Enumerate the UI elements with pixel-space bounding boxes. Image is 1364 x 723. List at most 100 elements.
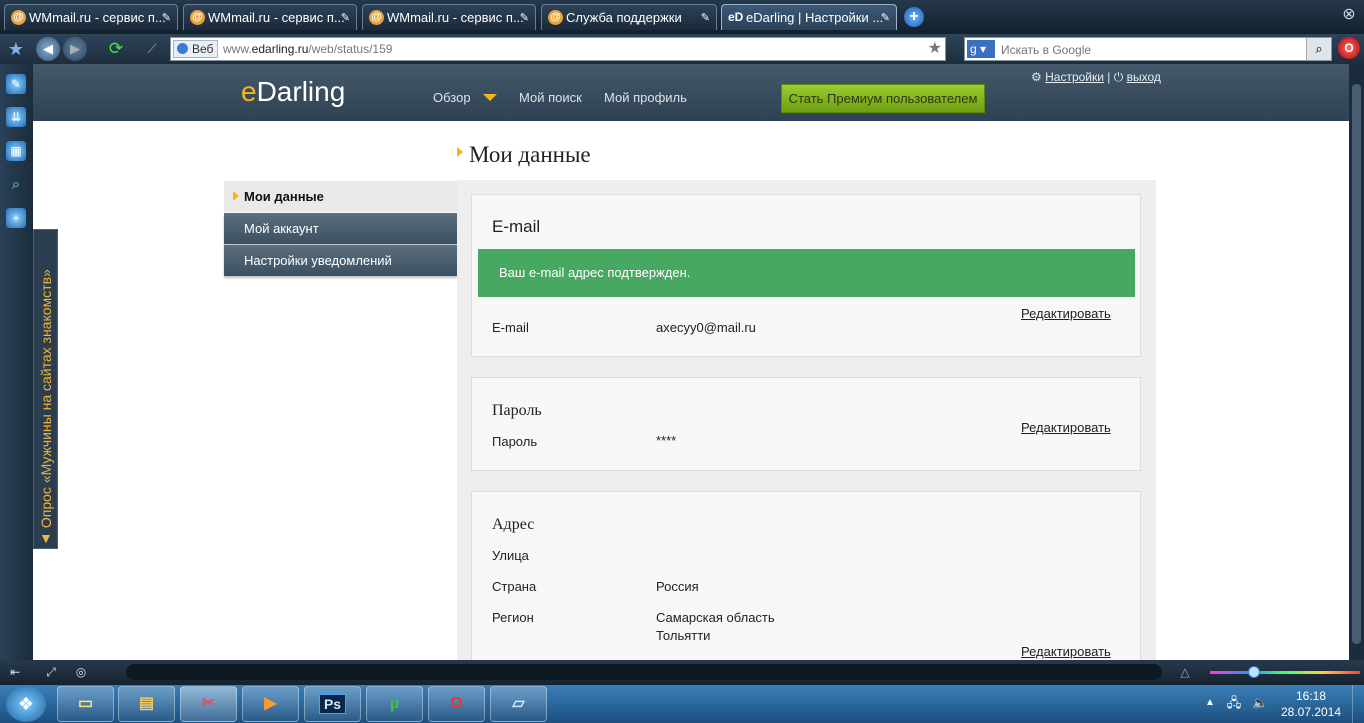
- tray-expand-icon[interactable]: ▲: [1205, 697, 1215, 708]
- turbo-icon[interactable]: ◎: [72, 664, 90, 680]
- show-desktop-button[interactable]: [1352, 685, 1364, 723]
- gear-icon: ⚙: [1031, 70, 1042, 84]
- chevron-down-icon[interactable]: [483, 94, 497, 101]
- search-input[interactable]: [999, 39, 1303, 61]
- new-tab-button[interactable]: +: [904, 7, 924, 27]
- password-value: ****: [656, 433, 677, 448]
- edit-email-link[interactable]: Редактировать: [1021, 306, 1111, 321]
- pencil-icon[interactable]: ✎: [520, 5, 529, 30]
- at-icon: @: [190, 10, 205, 25]
- panel-toggle-icon[interactable]: ⇤: [6, 664, 24, 680]
- tab-edarling[interactable]: eD eDarling | Настройки ... ✎: [721, 4, 897, 30]
- nav-my-search[interactable]: Мой поиск: [519, 90, 582, 105]
- region-value: Самарская область: [656, 610, 775, 625]
- top-links: ⚙ Настройки | ⏻ выход: [1031, 70, 1161, 85]
- bookmark-star-icon[interactable]: ★: [4, 37, 28, 61]
- city-value: Тольятти: [656, 628, 711, 643]
- tab-wmmail-3[interactable]: @ WMmail.ru - сервис п... ✎: [362, 4, 536, 30]
- search-icon[interactable]: ⌕: [6, 175, 26, 195]
- clock-time: 16:18: [1295, 689, 1327, 703]
- password-label: Пароль: [492, 434, 538, 449]
- tab-bar: @ WMmail.ru - сервис п... ✎ @ WMmail.ru …: [0, 0, 1364, 34]
- tab-label: eDarling | Настройки ...: [746, 10, 884, 25]
- horizontal-scrollbar[interactable]: [126, 664, 1162, 680]
- wand-icon[interactable]: ⟋: [140, 37, 164, 61]
- url-text[interactable]: www.edarling.ru/web/status/159: [223, 38, 392, 60]
- pencil-icon[interactable]: ✎: [701, 5, 710, 30]
- view-icon[interactable]: △: [1176, 664, 1194, 680]
- nav-my-data[interactable]: Мои данные: [224, 181, 457, 212]
- tab-wmmail-1[interactable]: @ WMmail.ru - сервис п... ✎: [4, 4, 178, 30]
- taskbar-utorrent[interactable]: µ: [366, 686, 423, 722]
- bookmark-star-icon[interactable]: ★: [928, 38, 942, 60]
- nav-my-account[interactable]: Мой аккаунт: [224, 213, 457, 244]
- street-label: Улица: [492, 548, 529, 563]
- network-icon[interactable]: 🖧: [1226, 695, 1242, 711]
- taskbar: ❖ ▭ ▤ ✂ ▶ Ps µ O ▱ ▲ 🖧 🔈 16:18 28.07.201…: [0, 685, 1364, 723]
- taskbar-media[interactable]: ▶: [242, 686, 299, 722]
- nav-my-profile[interactable]: Мой профиль: [604, 90, 687, 105]
- opera-menu-icon[interactable]: O: [1338, 37, 1360, 59]
- system-clock[interactable]: 16:18 28.07.2014: [1278, 688, 1344, 720]
- forward-button[interactable]: ▶: [63, 37, 87, 61]
- back-button[interactable]: ◀: [36, 37, 60, 61]
- settings-link[interactable]: Настройки: [1045, 70, 1104, 84]
- search-box[interactable]: g ▾ ⌕: [964, 37, 1332, 61]
- clock-date: 28.07.2014: [1280, 705, 1342, 719]
- reload-icon[interactable]: ⟳: [104, 37, 128, 61]
- vertical-scrollbar[interactable]: [1349, 64, 1364, 660]
- address-bar[interactable]: Веб www.edarling.ru/web/status/159 ★: [170, 37, 946, 61]
- at-icon: @: [548, 10, 563, 25]
- tab-label: WMmail.ru - сервис п...: [208, 10, 345, 25]
- downloads-icon[interactable]: ⇊: [6, 107, 26, 127]
- at-icon: @: [369, 10, 384, 25]
- power-icon: ⏻: [1113, 70, 1124, 84]
- pencil-icon[interactable]: ✎: [162, 5, 171, 30]
- taskbar-opera[interactable]: O: [428, 686, 485, 722]
- email-value: axecyy0@mail.ru: [656, 320, 756, 335]
- title-marker-icon: [457, 147, 463, 157]
- email-label: E-mail: [492, 320, 529, 335]
- taskbar-files[interactable]: ▤: [118, 686, 175, 722]
- page-viewport: eDarling Обзор Мой поиск Мой профиль Ста…: [33, 64, 1349, 660]
- volume-icon[interactable]: 🔈: [1252, 695, 1268, 711]
- google-icon[interactable]: g ▾: [967, 40, 995, 58]
- nav-notification-settings[interactable]: Настройки уведомлений: [224, 245, 457, 276]
- add-panel-icon[interactable]: +: [6, 208, 26, 228]
- navigation-bar: ★ ◀ ▶ ⟳ ⟋ Веб www.edarling.ru/web/status…: [0, 34, 1364, 64]
- window-close-icon[interactable]: ⊗: [1338, 4, 1360, 26]
- address-card: Адрес Улица Страна Россия Регион Самарск…: [471, 491, 1141, 660]
- start-button[interactable]: ❖: [6, 686, 46, 722]
- tab-wmmail-2[interactable]: @ WMmail.ru - сервис п... ✎: [183, 4, 357, 30]
- zoom-slider[interactable]: [1210, 666, 1360, 678]
- nav-overview[interactable]: Обзор: [433, 90, 471, 105]
- notes-icon[interactable]: ✎: [6, 74, 26, 94]
- tab-support[interactable]: @ Служба поддержки ✎: [541, 4, 717, 30]
- tab-label: WMmail.ru - сервис п...: [29, 10, 166, 25]
- tab-label: WMmail.ru - сервис п...: [387, 10, 524, 25]
- taskbar-photoshop[interactable]: Ps: [304, 686, 361, 722]
- panels-icon[interactable]: ▦: [6, 141, 26, 161]
- status-bar: ⇤ ⤢ ◎ △: [0, 660, 1364, 685]
- fit-page-icon[interactable]: ⤢: [42, 664, 60, 680]
- edarling-logo[interactable]: eDarling: [241, 76, 345, 108]
- region-label: Регион: [492, 610, 534, 625]
- settings-nav: Мои данные Мой аккаунт Настройки уведомл…: [224, 181, 457, 277]
- email-confirmed-banner: Ваш e-mail адрес подтвержден.: [478, 249, 1135, 297]
- scrollbar-thumb[interactable]: [1352, 84, 1361, 644]
- tab-label: Служба поддержки: [566, 10, 682, 25]
- search-icon[interactable]: ⌕: [1306, 38, 1331, 60]
- taskbar-explorer[interactable]: ▭: [57, 686, 114, 722]
- premium-button[interactable]: Стать Премиум пользователем: [781, 84, 985, 113]
- edit-address-link[interactable]: Редактировать: [1021, 644, 1111, 659]
- edit-password-link[interactable]: Редактировать: [1021, 420, 1111, 435]
- search-type-badge[interactable]: Веб: [173, 40, 219, 58]
- taskbar-paint[interactable]: ✂: [180, 686, 237, 722]
- zoom-knob[interactable]: [1248, 666, 1260, 678]
- taskbar-notepad[interactable]: ▱: [490, 686, 547, 722]
- pencil-icon[interactable]: ✎: [881, 5, 890, 30]
- country-value: Россия: [656, 579, 699, 594]
- pencil-icon[interactable]: ✎: [341, 5, 350, 30]
- logout-link[interactable]: выход: [1127, 70, 1161, 84]
- poll-side-tab[interactable]: ▲ Опрос «Мужчины на сайтах знакомств»: [33, 229, 58, 549]
